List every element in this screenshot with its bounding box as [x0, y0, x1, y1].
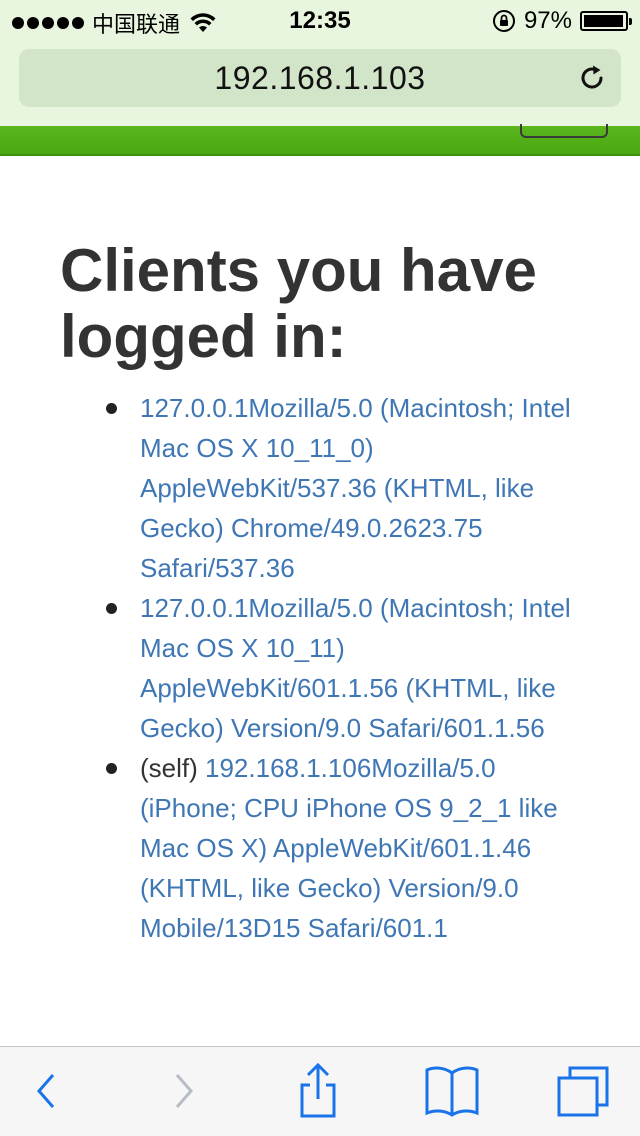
bookmarks-button[interactable]	[424, 1065, 480, 1117]
share-button[interactable]	[294, 1063, 342, 1118]
page-heading: Clients you have logged in:	[60, 237, 537, 370]
url-text: 192.168.1.103	[214, 59, 426, 96]
url-field[interactable]: 192.168.1.103	[19, 49, 621, 107]
forward-button[interactable]	[164, 1065, 204, 1117]
bullet-icon	[106, 403, 117, 414]
site-navbar	[0, 124, 640, 156]
bookmarks-icon	[425, 1066, 479, 1117]
client-link[interactable]: 127.0.0.1Mozilla/5.0 (Macintosh; Intel M…	[140, 593, 571, 743]
share-icon	[300, 1063, 336, 1118]
navbar-toggle-button[interactable]	[520, 124, 608, 138]
page-content: Clients you have logged in: 127.0.0.1Moz…	[0, 156, 640, 1046]
status-bar: 中国联通 12:35 97%	[0, 0, 640, 40]
browser-toolbar	[0, 1046, 640, 1136]
client-list-item: (self) 192.168.1.106Mozilla/5.0 (iPhone;…	[104, 748, 584, 948]
status-right: 97%	[492, 7, 632, 35]
browser-address-bar: 192.168.1.103	[0, 40, 640, 126]
client-link[interactable]: 192.168.1.106Mozilla/5.0 (iPhone; CPU iP…	[140, 753, 558, 943]
battery-percent: 97%	[523, 7, 572, 34]
battery-icon	[580, 11, 632, 31]
forward-icon	[175, 1074, 193, 1108]
rotation-lock-icon	[492, 10, 515, 32]
self-tag: (self)	[140, 753, 198, 783]
client-list-item: 127.0.0.1Mozilla/5.0 (Macintosh; Intel M…	[104, 388, 584, 588]
bullet-icon	[106, 603, 117, 614]
back-icon	[37, 1074, 55, 1108]
tabs-button[interactable]	[556, 1065, 610, 1117]
bullet-icon	[106, 763, 117, 774]
tabs-icon	[557, 1066, 609, 1117]
battery-level	[584, 15, 623, 27]
client-list-item: 127.0.0.1Mozilla/5.0 (Macintosh; Intel M…	[104, 588, 584, 748]
reload-icon[interactable]	[577, 63, 607, 93]
back-button[interactable]	[26, 1065, 66, 1117]
clients-list: 127.0.0.1Mozilla/5.0 (Macintosh; Intel M…	[104, 388, 584, 948]
client-link[interactable]: 127.0.0.1Mozilla/5.0 (Macintosh; Intel M…	[140, 393, 571, 583]
